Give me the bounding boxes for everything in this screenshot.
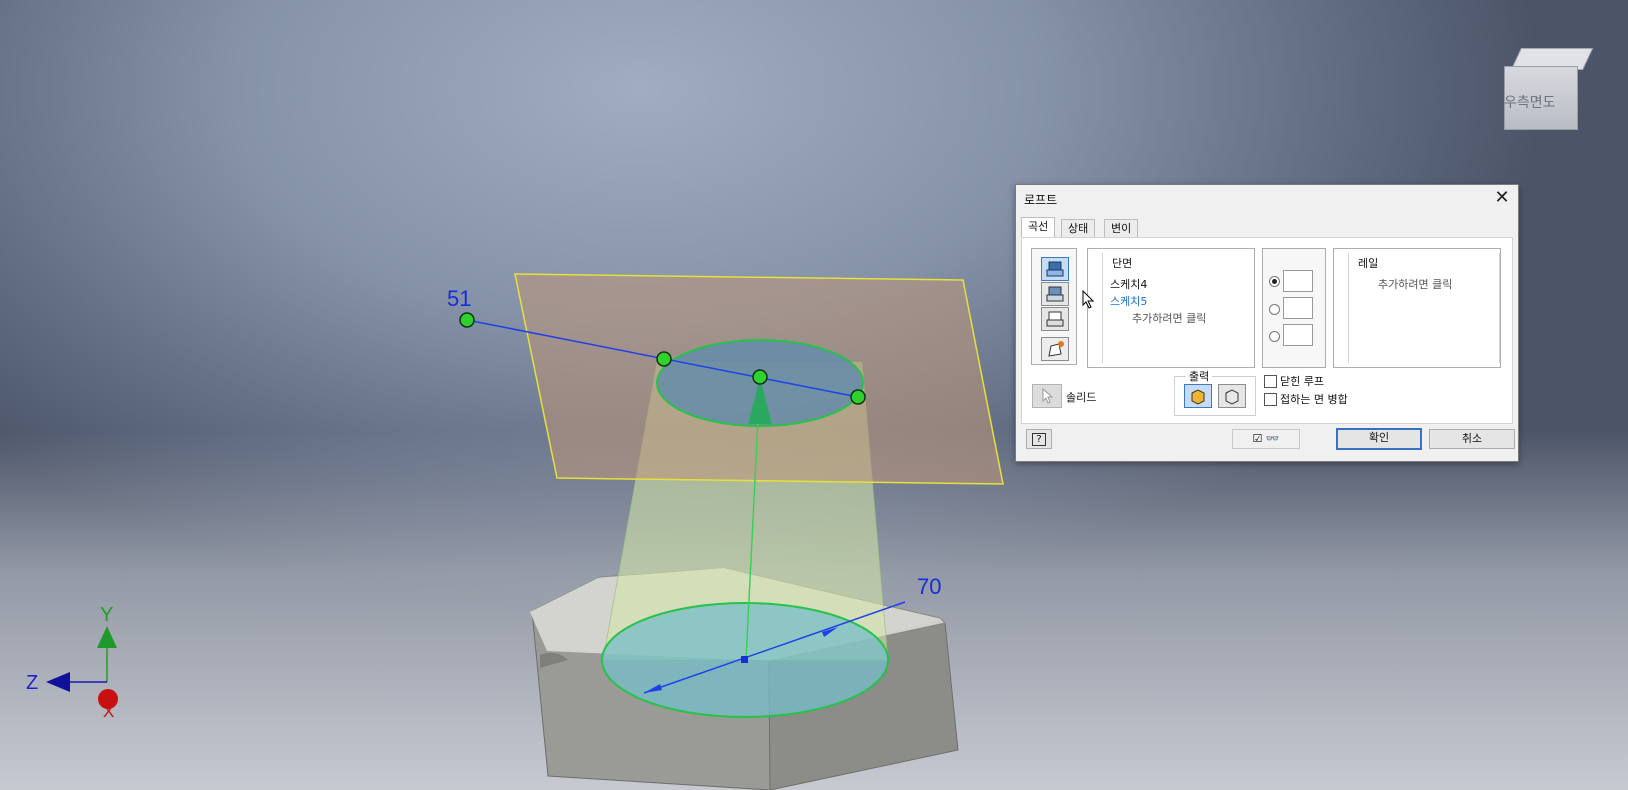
output-solid-button[interactable] — [1184, 384, 1212, 408]
y-axis-cone — [97, 626, 117, 648]
section-item[interactable]: 스케치5 — [1110, 293, 1147, 309]
dialog-title: 로프트 — [1024, 193, 1058, 207]
solid-select-button[interactable] — [1032, 384, 1062, 408]
area-loft-icon — [1048, 341, 1064, 357]
center-line-icon — [1046, 311, 1064, 327]
glasses-icon: 👓 — [1265, 432, 1280, 445]
rails-add-hint[interactable]: 추가하려면 클릭 — [1378, 276, 1452, 292]
x-axis-label: X — [103, 702, 115, 721]
help-icon: ? — [1032, 433, 1046, 446]
surface-cube-icon — [1225, 389, 1239, 405]
checkbox-checked-icon: ☑ — [1252, 432, 1263, 445]
tab-conditions[interactable]: 상태 — [1061, 219, 1096, 238]
sections-header: 단면 — [1112, 257, 1133, 270]
rail-icon — [1046, 286, 1064, 302]
tab-transition[interactable]: 변이 — [1104, 219, 1139, 238]
sketch-point — [656, 351, 672, 367]
merge-tangent-faces-checkbox[interactable] — [1264, 393, 1277, 406]
list-separator — [1348, 253, 1349, 363]
bottom-center-point — [741, 656, 748, 663]
rails-header: 레일 — [1358, 257, 1379, 270]
list-separator — [1102, 253, 1103, 363]
sections-list[interactable]: 단면 스케치4 스케치5 추가하려면 클릭 — [1087, 248, 1255, 368]
radio-rails[interactable] — [1269, 276, 1280, 287]
area-loft-type-icon — [1283, 324, 1313, 346]
solid-label: 솔리드 — [1066, 391, 1097, 404]
z-axis-cone — [46, 672, 70, 692]
output-surface-button[interactable] — [1218, 384, 1246, 408]
rails-select-button[interactable] — [1041, 282, 1069, 306]
rails-list[interactable]: 레일 추가하려면 클릭 — [1333, 248, 1501, 368]
closed-loop-checkbox[interactable] — [1264, 375, 1277, 388]
z-axis-label: Z — [26, 672, 39, 694]
y-axis-label: Y — [100, 604, 114, 626]
center-line-button[interactable] — [1041, 307, 1069, 331]
merge-tangent-faces-label: 접하는 면 병합 — [1280, 393, 1348, 406]
sketch-point — [459, 312, 475, 328]
dimension-value-bottom[interactable]: 70 — [917, 574, 941, 600]
solid-cube-icon — [1191, 389, 1205, 405]
3d-viewport[interactable]: 51 70 Y Z X 우측면도 로프트 ✕ 곡선 상태 변이 단면 스케치4 … — [0, 0, 1628, 790]
cursor-arrow-icon — [1042, 387, 1054, 404]
tab-curves[interactable]: 곡선 — [1021, 217, 1056, 238]
radio-area-loft[interactable] — [1269, 331, 1280, 342]
close-icon[interactable]: ✕ — [1492, 188, 1512, 208]
ok-button[interactable]: 확인 — [1336, 428, 1422, 450]
area-loft-button[interactable] — [1041, 337, 1069, 361]
sketch-point — [752, 369, 768, 385]
preview-toggle[interactable]: ☑ 👓 — [1232, 429, 1300, 449]
profiles-select-button[interactable] — [1041, 257, 1069, 281]
sketch-point — [850, 389, 866, 405]
loft-type-group — [1262, 248, 1326, 368]
mouse-cursor-icon — [1082, 290, 1095, 309]
dimension-value-top[interactable]: 51 — [447, 286, 471, 312]
view-cube[interactable]: 우측면도 — [1502, 44, 1594, 134]
centerline-type-icon — [1283, 297, 1313, 319]
rails-type-icon — [1283, 270, 1313, 292]
tab-panel: 단면 스케치4 스케치5 추가하려면 클릭 레일 추가하려면 클릭 솔리드 출력… — [1021, 237, 1513, 424]
closed-loop-label: 닫힌 루프 — [1280, 375, 1324, 388]
radio-centerline[interactable] — [1269, 304, 1280, 315]
profile-tools-group — [1031, 248, 1077, 365]
list-separator — [1499, 253, 1500, 363]
loft-dialog[interactable]: 로프트 ✕ 곡선 상태 변이 단면 스케치4 스케치5 추가하려면 클릭 레일 … — [1015, 184, 1519, 462]
view-cube-label: 우측면도 — [1504, 95, 1556, 111]
help-button[interactable]: ? — [1026, 429, 1052, 449]
output-label: 출력 — [1186, 368, 1213, 384]
cancel-button[interactable]: 취소 — [1429, 429, 1515, 449]
section-item[interactable]: 스케치4 — [1110, 276, 1147, 292]
profile-icon — [1046, 261, 1064, 277]
sections-add-hint[interactable]: 추가하려면 클릭 — [1132, 310, 1206, 326]
